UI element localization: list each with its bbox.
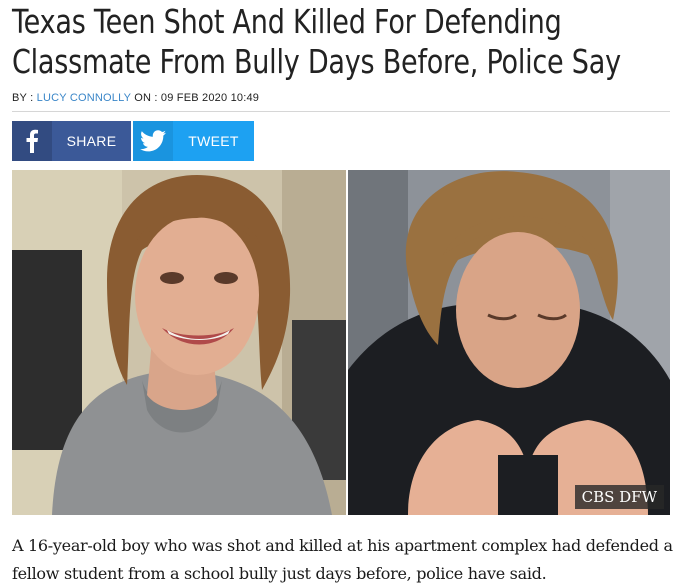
date-prefix: ON : bbox=[130, 92, 161, 104]
byline-prefix: BY : bbox=[12, 92, 37, 104]
article-photo-right: CBS DFW bbox=[348, 170, 670, 515]
article-headline: Texas Teen Shot And Killed For Defending… bbox=[12, 2, 621, 81]
article-photo-left bbox=[12, 170, 346, 515]
twitter-tweet-button[interactable]: TWEET bbox=[133, 121, 254, 161]
facebook-share-label: SHARE bbox=[66, 133, 117, 149]
photo-credit: CBS DFW bbox=[574, 485, 664, 509]
author-link[interactable]: LUCY CONNOLLY bbox=[37, 92, 131, 104]
article-lede: A 16-year-old boy who was shot and kille… bbox=[12, 536, 673, 583]
facebook-share-button[interactable]: SHARE bbox=[12, 121, 131, 161]
facebook-icon bbox=[12, 121, 52, 161]
twitter-tweet-label: TWEET bbox=[188, 133, 239, 149]
byline: BY : LUCY CONNOLLY ON : 09 FEB 2020 10:4… bbox=[12, 92, 259, 104]
divider bbox=[12, 111, 670, 112]
publish-date: 09 FEB 2020 10:49 bbox=[160, 92, 260, 104]
twitter-icon bbox=[133, 121, 173, 161]
